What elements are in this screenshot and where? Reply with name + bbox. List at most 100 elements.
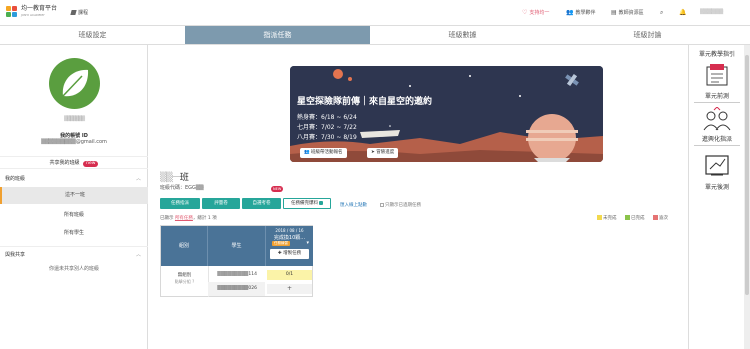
- all-tasks-link[interactable]: 所有任務: [175, 216, 193, 221]
- tab-class-discussion[interactable]: 班級討論: [555, 26, 740, 44]
- scrollbar[interactable]: [744, 45, 750, 349]
- showing-summary: 已顯示 所有任務，總計 1 項: [160, 215, 217, 221]
- shared-with-me-heading[interactable]: 與我共享: [5, 251, 25, 258]
- class-name-redacted: ▒▒一: [160, 173, 181, 183]
- group-assign-link[interactable]: 點擊分組 ?: [161, 279, 208, 285]
- courses-label: 課程: [78, 10, 89, 16]
- legend-label: 已完成: [631, 216, 645, 221]
- user-name: ▒▒▒▒▒▒: [700, 9, 724, 15]
- courses-link[interactable]: 課程: [70, 9, 89, 16]
- people-icon: 👥: [566, 9, 574, 16]
- legend-overdue: 逾次: [653, 215, 668, 221]
- col-group-header: 組別: [161, 226, 208, 266]
- task-report-label: 任務備完爆料: [291, 201, 318, 206]
- posttest-label[interactable]: 單元後測: [689, 182, 745, 191]
- showing-suffix: ，總計 1 項: [192, 216, 217, 221]
- adaptive-assign-icon[interactable]: [701, 106, 733, 133]
- logo-subtitle: JUNYI ACADEMY: [21, 13, 45, 17]
- notification-button[interactable]: 🔔: [679, 9, 688, 16]
- banner-august: 八月賽：7/30 ~ 8/19: [297, 134, 357, 141]
- chevron-up-icon[interactable]: ︿: [136, 175, 141, 182]
- pretest-label[interactable]: 單元前測: [689, 91, 745, 100]
- teacher-guide-link[interactable]: ▤ 教師資源區: [611, 9, 644, 16]
- task-date: 2018 / 08 / 16: [275, 228, 304, 233]
- col-student-header: 學生: [208, 226, 266, 266]
- teacher-community-label: 教學夥伴: [575, 10, 596, 16]
- document-icon: ▤: [611, 9, 617, 16]
- divider: [694, 102, 740, 103]
- search-button[interactable]: ⌕: [660, 9, 665, 17]
- tab-class-data[interactable]: 班級數據: [370, 26, 555, 44]
- student-row[interactable]: ▒▒▒▒▒▒▒▒▒026: [208, 282, 265, 296]
- chevron-down-icon[interactable]: ▾: [306, 240, 309, 246]
- main-content: 星空探險隊前傳｜來自星空的邀約 熱身賽：6/18 ~ 6/24 七月賽：7/02…: [148, 45, 688, 349]
- import-points-link[interactable]: 匯入線上點數: [340, 202, 367, 208]
- leaf-icon: [62, 69, 89, 97]
- posttest-icon[interactable]: [701, 153, 733, 179]
- task-column-header[interactable]: 2018 / 08 / 16 完成換10顆... 任務練習 ▾ ✚ 增製任務: [266, 226, 313, 266]
- custom-exam-button[interactable]: 自選考卷: [242, 198, 281, 209]
- book-icon: [70, 10, 77, 15]
- left-sidebar: ▒▒▒▒▒▒▒ 我的帳號 ID ▒▒▒▒▒▒▒▒▒@gmail.com 共享我的…: [0, 45, 148, 349]
- group-name: 無組別: [177, 273, 192, 278]
- assign-task-button[interactable]: 任務指派: [160, 198, 200, 209]
- adaptive-assign-label[interactable]: 進興化指派: [689, 134, 745, 143]
- legend-label: 逾次: [659, 216, 668, 221]
- share-classes-button[interactable]: 共享我的班級 new: [0, 156, 148, 169]
- signup-button[interactable]: 👥 班級帶活動報名: [300, 148, 347, 158]
- rocket-icon: ➤: [371, 150, 375, 155]
- avatar[interactable]: [49, 58, 100, 109]
- legend-complete: 已完成: [625, 215, 645, 221]
- task-table: 組別 學生 2018 / 08 / 16 完成換10顆... 任務練習 ▾ ✚ …: [160, 225, 313, 297]
- divider: [0, 246, 148, 247]
- chat-icon: [319, 200, 323, 205]
- sidebar-item-all-classes[interactable]: 所有班級: [0, 207, 148, 224]
- score-add-cell[interactable]: +: [267, 284, 312, 294]
- tab-assign-tasks[interactable]: 指派任務: [185, 26, 370, 44]
- sidebar-item-class[interactable]: 這不一班: [0, 187, 148, 204]
- class-tabs: 班級設定 指派任務 班級數據 班級討論: [0, 26, 750, 45]
- banner-warmup: 熱身賽：6/18 ~ 6/24: [297, 114, 357, 121]
- legend-incomplete: 未完成: [597, 215, 617, 221]
- checkbox-icon[interactable]: [380, 202, 384, 207]
- show-expired-checkbox[interactable]: 只顯示已過期任務: [380, 202, 421, 208]
- legend-swatch: [625, 215, 630, 220]
- divider: [694, 145, 740, 146]
- student-row[interactable]: ▒▒▒▒▒▒▒▒▒114: [208, 268, 265, 282]
- task-report-button[interactable]: 任務備完爆料: [283, 198, 331, 209]
- share-classes-label: 共享我的班級: [49, 160, 80, 166]
- signup-label: 班級帶活動報名: [311, 150, 343, 155]
- banner-july: 七月賽：7/02 ~ 7/22: [297, 124, 357, 131]
- teacher-community-link[interactable]: 👥 教學夥伴: [566, 9, 596, 16]
- account-name: ▒▒▒▒▒▒▒: [64, 116, 85, 122]
- my-classes-heading[interactable]: 我的班級: [5, 175, 25, 182]
- scrollbar-thumb[interactable]: [745, 55, 749, 295]
- pretest-icon[interactable]: [701, 63, 733, 89]
- event-banner[interactable]: 星空探險隊前傳｜來自星空的邀約 熱身賽：6/18 ~ 6/24 七月賽：7/02…: [290, 66, 603, 162]
- sidebar-item-all-students[interactable]: 所有學生: [0, 225, 148, 242]
- progress-label: 冒險進度: [376, 150, 395, 155]
- quiz-button[interactable]: 評量卷: [202, 198, 240, 209]
- class-name-suffix: 班: [179, 173, 189, 183]
- user-menu[interactable]: ▒▒▒▒▒▒: [700, 9, 723, 15]
- support-link[interactable]: ♡ 支持均一: [522, 9, 549, 16]
- search-icon: ⌕: [660, 9, 664, 16]
- logo[interactable]: 均一教育平台 JUNYI ACADEMY: [6, 6, 57, 18]
- chevron-up-icon[interactable]: ︿: [136, 251, 141, 258]
- shared-empty-text: 你還未共享別人的班級: [48, 266, 99, 272]
- bell-icon: 🔔: [679, 9, 687, 16]
- account-id-label: 我的帳號 ID: [60, 133, 88, 139]
- class-code: 班級代碼：EGG▒▒: [160, 185, 204, 191]
- tab-class-settings[interactable]: 班級設定: [0, 26, 185, 44]
- class-title: ▒▒一班: [160, 170, 189, 183]
- showing-prefix: 已顯示: [160, 216, 174, 221]
- progress-button[interactable]: ➤ 冒險進度: [367, 148, 399, 158]
- new-badge: new: [83, 161, 99, 167]
- add-task-button[interactable]: ✚ 增製任務: [270, 249, 309, 259]
- people-icon: 👥: [304, 150, 310, 155]
- score-cell[interactable]: 0/1: [267, 270, 312, 280]
- right-sidebar: 單元教學指引 單元前測 進興化指派 單元後測: [688, 45, 744, 349]
- heart-icon: ♡: [522, 9, 528, 16]
- logo-icon: [6, 6, 18, 18]
- task-tag: 任務練習: [272, 241, 290, 246]
